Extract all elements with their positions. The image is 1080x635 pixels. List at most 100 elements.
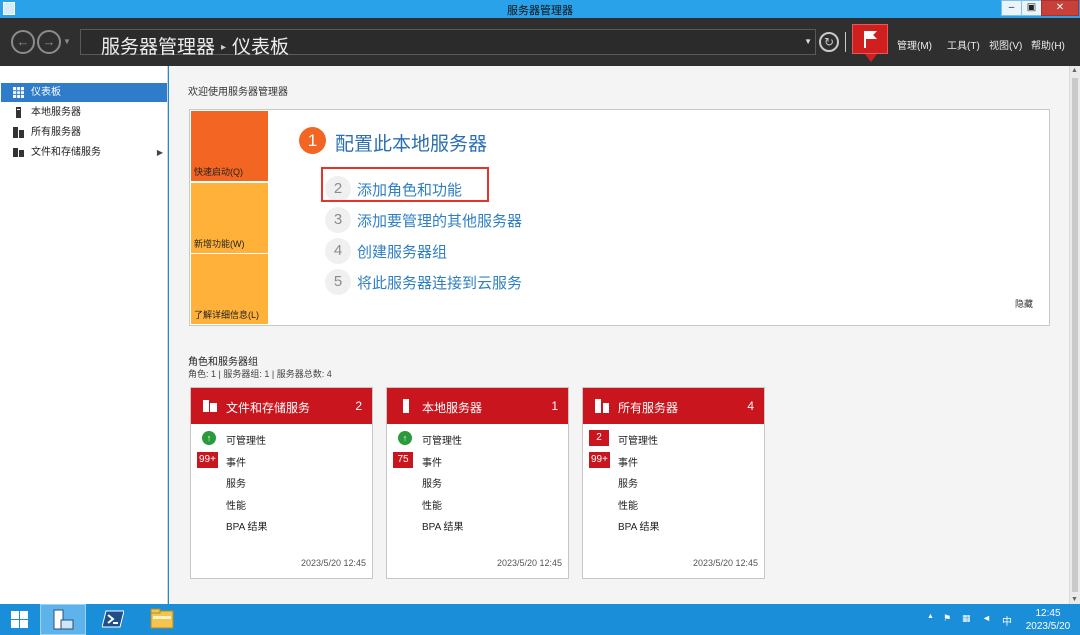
tray-action-center-icon[interactable]: ⚑ <box>943 613 951 624</box>
row-bpa-results[interactable]: BPA 结果 <box>422 518 464 533</box>
row-performance[interactable]: 性能 <box>226 497 246 512</box>
servers-icon <box>595 399 609 413</box>
tray-network-icon[interactable]: ▦ <box>962 613 971 624</box>
sidebar-item-file-storage[interactable]: 文件和存储服务 ▶ <box>1 143 167 162</box>
back-button[interactable]: ← <box>11 30 35 54</box>
expand-arrow-icon[interactable]: ▶ <box>157 143 163 162</box>
vertical-scrollbar[interactable]: ▲ ▼ <box>1069 66 1080 604</box>
step-1-number: 1 <box>299 127 326 154</box>
arrow-left-icon: ← <box>16 34 30 49</box>
flag-icon <box>864 31 866 48</box>
taskbar: ▲ ⚑ ▦ ◄ 中 12:45 2023/5/20 <box>0 604 1080 635</box>
role-card-local-server[interactable]: 本地服务器 1 ↑ 可管理性 75 事件 服务 性能 BPA 结果 2023/5… <box>386 387 569 579</box>
row-manageability[interactable]: 可管理性 <box>226 432 266 447</box>
menu-manage[interactable]: 管理(M) <box>897 37 932 52</box>
status-ok-icon: ↑ <box>398 431 412 445</box>
row-events[interactable]: 事件 <box>618 454 638 469</box>
window-title: 服务器管理器 <box>507 5 573 17</box>
roles-summary: 角色: 1 | 服务器组: 1 | 服务器总数: 4 <box>188 369 332 379</box>
row-bpa-results[interactable]: BPA 结果 <box>226 518 268 533</box>
row-services[interactable]: 服务 <box>422 475 442 490</box>
server-icon <box>403 399 409 413</box>
highlight-box <box>321 167 489 202</box>
role-card-all-servers[interactable]: 所有服务器 4 2 可管理性 99+ 事件 服务 性能 BPA 结果 2023/… <box>582 387 765 579</box>
role-card-file-storage[interactable]: 文件和存储服务 2 ↑ 可管理性 99+ 事件 服务 性能 BPA 结果 202… <box>190 387 373 579</box>
row-bpa-results[interactable]: BPA 结果 <box>618 518 660 533</box>
step-4-number: 4 <box>325 238 351 264</box>
row-events[interactable]: 事件 <box>422 454 442 469</box>
step-3-link-add-servers[interactable]: 添加要管理的其他服务器 <box>357 210 522 231</box>
forward-button[interactable]: → <box>37 30 61 54</box>
menu-help[interactable]: 帮助(H) <box>1031 37 1065 52</box>
card-header[interactable]: 所有服务器 4 <box>583 388 764 424</box>
welcome-heading: 欢迎使用服务器管理器 <box>188 87 288 98</box>
tray-ime-indicator[interactable]: 中 <box>1002 613 1012 628</box>
tile-quick-start[interactable]: 快速启动(Q) <box>191 111 268 181</box>
notifications-flag-button[interactable] <box>852 24 888 62</box>
row-events[interactable]: 事件 <box>226 454 246 469</box>
step-3-number: 3 <box>325 207 351 233</box>
taskbar-clock[interactable]: 12:45 2023/5/20 <box>1020 607 1076 633</box>
tray-overflow-icon[interactable]: ▲ <box>927 613 934 620</box>
taskbar-file-explorer[interactable] <box>139 604 185 635</box>
server-icon <box>16 107 21 118</box>
history-dropdown-icon[interactable]: ▼ <box>63 37 71 46</box>
breadcrumb-dropdown-icon[interactable]: ▼ <box>804 37 812 46</box>
card-count: 2 <box>355 399 362 413</box>
scroll-up-icon[interactable]: ▲ <box>1071 67 1078 74</box>
step-4-link-create-server-group[interactable]: 创建服务器组 <box>357 241 447 262</box>
tile-whats-new[interactable]: 新增功能(W) <box>191 183 268 253</box>
roles-section-title: 角色和服务器组 <box>188 357 258 368</box>
tile-label: 了解详细信息(L) <box>194 310 259 320</box>
close-button[interactable]: ✕ <box>1041 0 1079 16</box>
tile-label: 快速启动(Q) <box>194 167 243 177</box>
card-timestamp: 2023/5/20 12:45 <box>496 558 562 568</box>
scroll-down-icon[interactable]: ▼ <box>1071 596 1078 603</box>
minimize-button[interactable]: – <box>1001 0 1022 16</box>
menu-view[interactable]: 视图(V) <box>989 37 1022 52</box>
sidebar-item-dashboard[interactable]: 仪表板 <box>1 83 167 102</box>
title-bar: 服务器管理器 – ▣ ✕ <box>0 0 1080 18</box>
breadcrumb: 服务器管理器 ▸ 仪表板 <box>101 32 289 59</box>
taskbar-server-manager[interactable] <box>40 604 86 635</box>
hide-link[interactable]: 隐藏 <box>1015 297 1033 310</box>
sidebar: 仪表板 本地服务器 所有服务器 文件和存储服务 ▶ <box>0 66 168 604</box>
welcome-panel: 快速启动(Q) 新增功能(W) 了解详细信息(L) 1 配置此本地服务器 2 添… <box>189 109 1050 326</box>
sidebar-item-label: 仪表板 <box>31 87 61 98</box>
scrollbar-thumb[interactable] <box>1072 78 1078 592</box>
card-count: 4 <box>747 399 754 413</box>
storage-icon <box>203 400 217 412</box>
row-services[interactable]: 服务 <box>618 475 638 490</box>
folder-icon <box>150 608 174 629</box>
refresh-button[interactable]: ↻ <box>819 32 839 52</box>
row-manageability[interactable]: 可管理性 <box>618 432 658 447</box>
row-performance[interactable]: 性能 <box>422 497 442 512</box>
sidebar-item-label: 文件和存储服务 <box>31 147 101 158</box>
row-services[interactable]: 服务 <box>226 475 246 490</box>
sidebar-item-all-servers[interactable]: 所有服务器 <box>1 123 167 142</box>
breadcrumb-root[interactable]: 服务器管理器 <box>101 37 215 58</box>
step-1-link-configure-local-server[interactable]: 配置此本地服务器 <box>335 129 487 156</box>
breadcrumb-separator-icon: ▸ <box>221 42 227 53</box>
row-manageability[interactable]: 可管理性 <box>422 432 462 447</box>
sidebar-item-local-server[interactable]: 本地服务器 <box>1 103 167 122</box>
taskbar-powershell[interactable] <box>90 604 136 635</box>
breadcrumb-current: 仪表板 <box>232 37 290 58</box>
status-ok-icon: ↑ <box>202 431 216 445</box>
arrow-right-icon: → <box>42 34 56 49</box>
storage-icon <box>13 148 24 157</box>
step-5-number: 5 <box>325 269 351 295</box>
tray-volume-icon[interactable]: ◄ <box>982 613 991 623</box>
menu-tools[interactable]: 工具(T) <box>947 37 980 52</box>
powershell-icon <box>102 610 124 628</box>
step-5-link-connect-cloud[interactable]: 将此服务器连接到云服务 <box>357 272 522 293</box>
card-header[interactable]: 文件和存储服务 2 <box>191 388 372 424</box>
breadcrumb-bar: 服务器管理器 ▸ 仪表板 ▼ <box>80 29 816 58</box>
row-performance[interactable]: 性能 <box>618 497 638 512</box>
events-badge: 99+ <box>197 452 218 468</box>
card-header[interactable]: 本地服务器 1 <box>387 388 568 424</box>
sidebar-item-label: 所有服务器 <box>31 127 81 138</box>
start-button[interactable] <box>0 604 40 635</box>
restore-button[interactable]: ▣ <box>1021 0 1042 16</box>
tile-learn-more[interactable]: 了解详细信息(L) <box>191 254 268 324</box>
